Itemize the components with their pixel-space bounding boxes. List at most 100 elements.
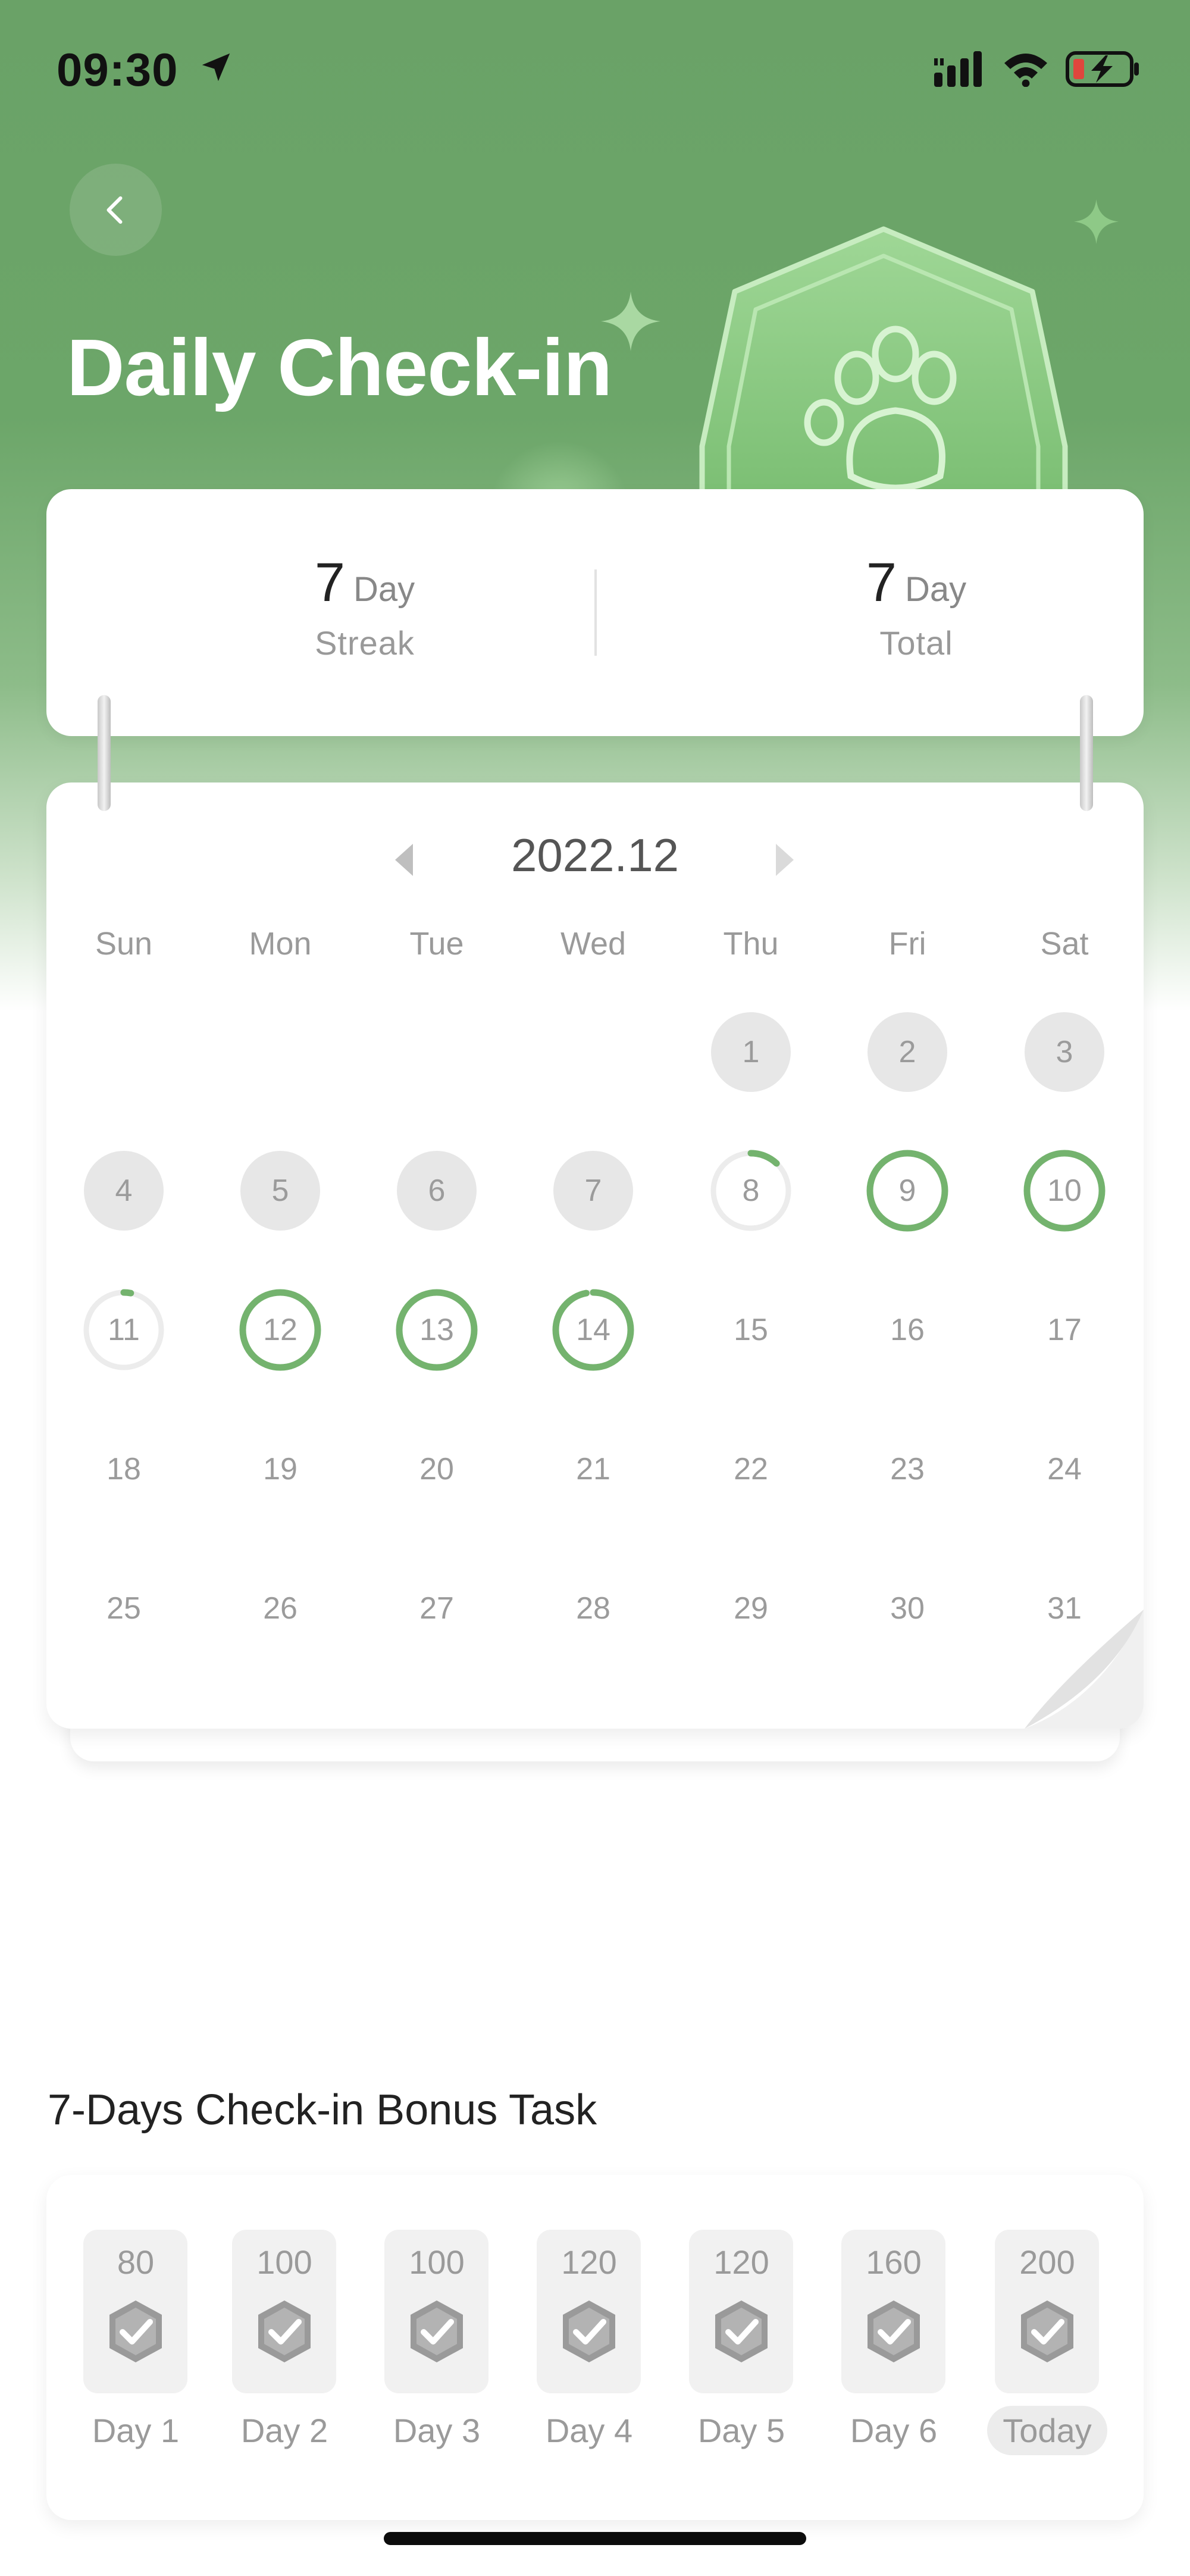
calendar-day-2[interactable]: 2 [863, 1007, 952, 1097]
calendar-day-10[interactable]: 10 [1020, 1146, 1109, 1235]
day-number: 25 [107, 1591, 141, 1626]
check-badge-icon [1021, 2300, 1073, 2362]
bonus-points: 80 [117, 2243, 155, 2281]
calendar-day-25[interactable]: 25 [79, 1564, 168, 1653]
calendar-day-29[interactable]: 29 [706, 1564, 796, 1653]
bonus-section-title: 7-Days Check-in Bonus Task [48, 2086, 597, 2134]
total-unit: Day [905, 570, 967, 609]
calendar-day-23[interactable]: 23 [863, 1425, 952, 1514]
check-badge-icon [109, 2300, 162, 2362]
day-number: 24 [1047, 1452, 1082, 1486]
status-icons [934, 51, 1142, 87]
calendar-day-19[interactable]: 19 [236, 1425, 325, 1514]
day-number: 9 [898, 1173, 916, 1208]
bonus-points: 200 [1019, 2243, 1075, 2281]
day-number: 19 [263, 1452, 298, 1486]
calendar-day-1[interactable]: 1 [706, 1007, 796, 1097]
calendar-day-9[interactable]: 9 [863, 1146, 952, 1235]
total-stat: 7 Day Total [738, 552, 1095, 662]
sparkle-icon [1074, 199, 1119, 244]
bonus-day-label: Day 1 [61, 2411, 210, 2450]
calendar-card: 2022.12 Sun Mon Tue Wed Thu Fri Sat 1234567891… [46, 782, 1144, 1729]
bonus-points: 160 [866, 2243, 922, 2281]
calendar-day-28[interactable]: 28 [549, 1564, 638, 1653]
calendar-day-6[interactable]: 6 [392, 1146, 481, 1235]
total-label: Total [879, 624, 953, 662]
day-number: 11 [108, 1313, 140, 1347]
day-number: 23 [890, 1452, 925, 1486]
day-number: 28 [576, 1591, 610, 1626]
calendar-day-30[interactable]: 30 [863, 1564, 952, 1653]
day-number: 29 [734, 1591, 768, 1626]
calendar-day-27[interactable]: 27 [392, 1564, 481, 1653]
sparkle-icon [601, 292, 660, 351]
calendar-day-22[interactable]: 22 [706, 1425, 796, 1514]
weekday-label: Mon [249, 926, 312, 962]
total-value: 7 [866, 552, 897, 613]
check-badge-icon [258, 2300, 311, 2362]
weekday-label: Wed [560, 926, 627, 962]
day-number: 30 [890, 1591, 925, 1626]
day-number: 8 [742, 1173, 760, 1208]
streak-label: Streak [315, 624, 415, 662]
calendar-day-4[interactable]: 4 [79, 1146, 168, 1235]
day-number: 21 [576, 1452, 610, 1486]
calendar-day-5[interactable]: 5 [236, 1146, 325, 1235]
day-number: 22 [734, 1452, 768, 1486]
bonus-points: 120 [713, 2243, 769, 2281]
streak-stat: 7 Day Streak [186, 552, 543, 662]
calendar-day-7[interactable]: 7 [549, 1146, 638, 1235]
calendar-day-12[interactable]: 12 [236, 1285, 325, 1375]
stats-divider [594, 569, 597, 656]
month-nav: 2022.12 [46, 821, 1144, 887]
calendar-day-21[interactable]: 21 [549, 1425, 638, 1514]
binder-ring [1080, 695, 1093, 811]
calendar-day-15[interactable]: 15 [706, 1285, 796, 1375]
bonus-points: 100 [256, 2243, 312, 2281]
bonus-day-text: Day 5 [697, 2412, 785, 2449]
bonus-day-label: Day 4 [515, 2411, 663, 2450]
calendar-day-8[interactable]: 8 [706, 1146, 796, 1235]
back-button[interactable] [70, 164, 162, 256]
calendar-day-3[interactable]: 3 [1020, 1007, 1109, 1097]
page-title: Daily Check-in [67, 323, 612, 412]
day-number: 20 [419, 1452, 454, 1486]
bonus-day-label: Day 6 [819, 2411, 968, 2450]
calendar-day-26[interactable]: 26 [236, 1564, 325, 1653]
day-number: 12 [263, 1313, 298, 1347]
battery-charging-icon [1066, 51, 1139, 87]
calendar-day-13[interactable]: 13 [392, 1285, 481, 1375]
day-number: 6 [428, 1173, 446, 1208]
home-indicator [384, 2532, 806, 2545]
bonus-day-label: Day 5 [667, 2411, 816, 2450]
bonus-day-label: Day 3 [362, 2411, 511, 2450]
check-badge-icon [411, 2300, 463, 2362]
check-badge-icon [563, 2300, 615, 2362]
calendar-day-18[interactable]: 18 [79, 1425, 168, 1514]
weekday-label: Thu [723, 926, 779, 962]
weekday-label: Tue [409, 926, 464, 962]
day-number: 1 [742, 1035, 760, 1069]
day-number: 7 [584, 1173, 602, 1208]
day-number: 27 [419, 1591, 454, 1626]
calendar-day-17[interactable]: 17 [1020, 1285, 1109, 1375]
day-number: 2 [898, 1035, 916, 1069]
binder-ring [98, 695, 111, 811]
bonus-day-text: Day 2 [240, 2412, 328, 2449]
bonus-day-text: Day 4 [545, 2412, 633, 2449]
calendar-day-24[interactable]: 24 [1020, 1425, 1109, 1514]
signal-icon [934, 51, 982, 87]
next-month-button[interactable] [776, 844, 794, 876]
bonus-points: 100 [409, 2243, 465, 2281]
status-time: 09:30 [57, 43, 234, 97]
stats-card: 7 Day Streak 7 Day Total [46, 489, 1144, 736]
calendar-day-20[interactable]: 20 [392, 1425, 481, 1514]
check-badge-icon [868, 2300, 920, 2362]
weekday-label: Sun [95, 926, 153, 962]
day-number: 14 [576, 1313, 610, 1347]
calendar-day-16[interactable]: 16 [863, 1285, 952, 1375]
bonus-card: 80 Day 1 100 Day 2 100 Day 3 120 Day 4 120 Day 5 1… [46, 2175, 1144, 2520]
bonus-day-label: Day 2 [210, 2411, 359, 2450]
calendar-day-14[interactable]: 14 [549, 1285, 638, 1375]
calendar-day-11[interactable]: 11 [79, 1285, 168, 1375]
